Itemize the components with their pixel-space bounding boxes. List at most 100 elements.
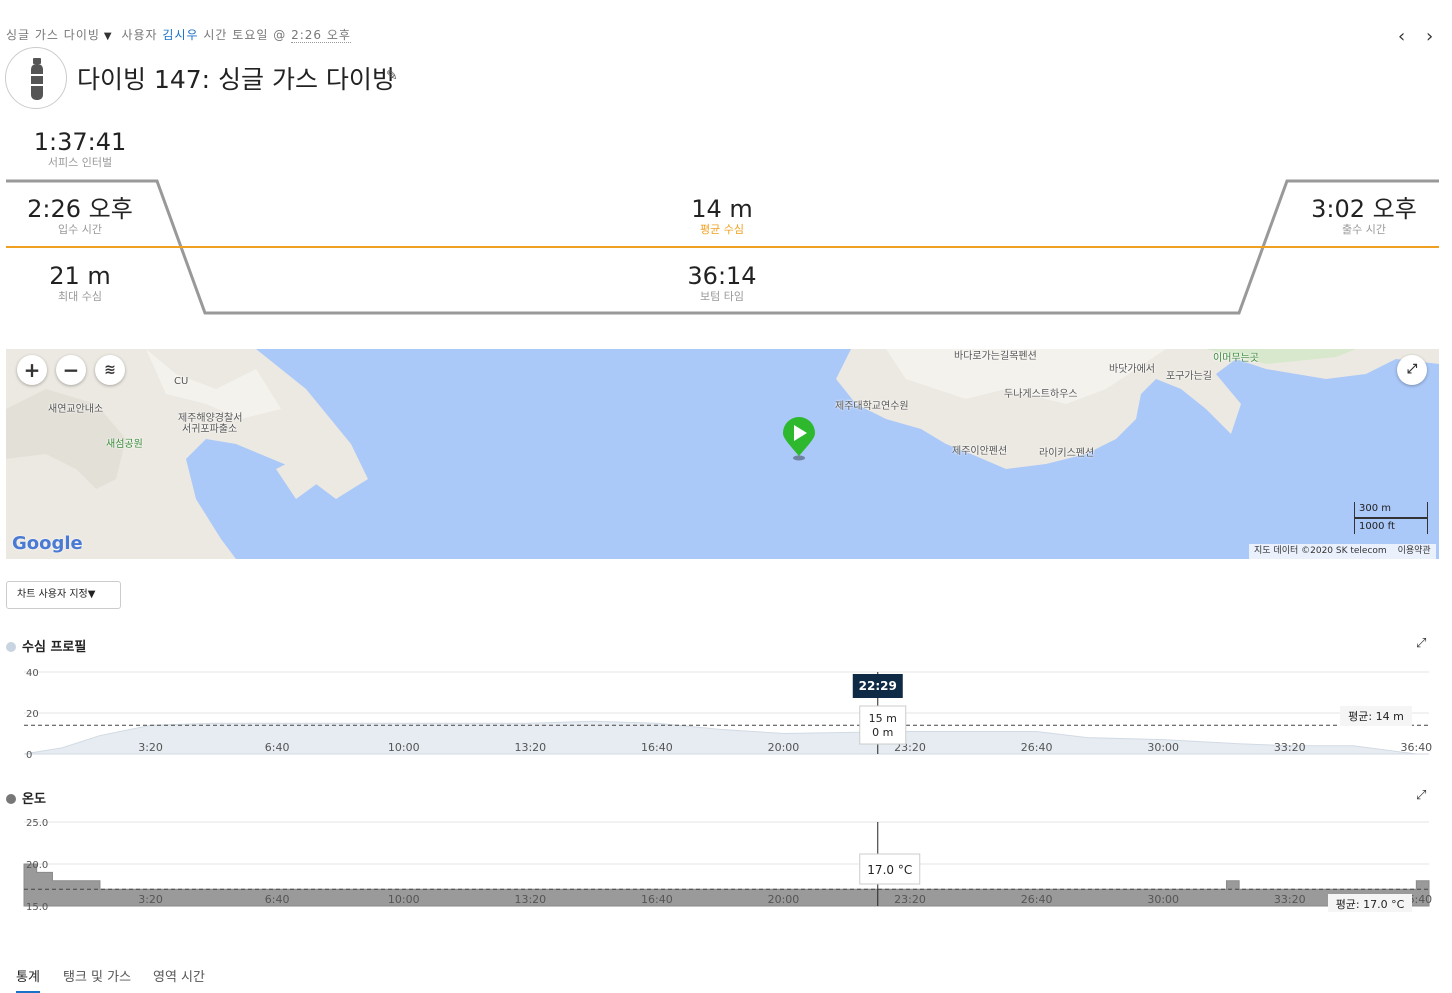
avg-depth-badge: 평균: 14 m [1348,710,1404,723]
map-label: 라이키스펜션 [1039,448,1095,459]
avg-temp-badge: 평균: 17.0 °C [1336,898,1405,911]
depth-chart[interactable]: 020403:20 6:40 10:00 13:20 16:40 20:00 23:20 26… [0,660,1452,760]
x-tick-label: 33:20 [1274,741,1306,754]
tab-tanks-gas[interactable]: 탱크 및 가스 [63,966,131,985]
temp-legend-dot [6,794,16,804]
zoom-in-button[interactable]: + [17,355,47,385]
tooltip-depth: 15 m [869,712,897,725]
tooltip-temp: 17.0 °C [867,863,912,877]
dive-type-dropdown[interactable]: 싱글 가스 다이빙 ▼ [6,28,117,42]
tab-stats[interactable]: 통계 [16,966,40,993]
exit-time-value: 3:02 오후 [1311,195,1417,223]
chevron-left-icon[interactable]: ‹ [1398,26,1405,47]
temperature-chart[interactable]: 25.0 20.0 15.0 3:20 6:40 10:00 13:20 16:40 20:00… [0,812,1452,914]
fullscreen-icon[interactable]: ⤢ [1397,355,1427,385]
x-tick-label: 20:00 [768,741,800,754]
depth-title-text: 수심 프로필 [22,640,87,655]
temp-title-text: 온도 [22,792,46,807]
map-label: 제주대학교연수원 [835,401,909,412]
x-tick-label: 6:40 [265,893,290,906]
expand-icon[interactable]: ⤢ [1416,788,1426,803]
map-label: 두나게스트하우스 [1004,389,1078,400]
exit-time-stat: 3:02 오후 출수 시간 [1294,195,1434,237]
caret-down-icon: ▼ [87,589,96,600]
stats-tabs: 통계 탱크 및 가스 영역 시간 [6,962,1446,993]
depth-legend-dot [6,642,16,652]
x-tick-label: 26:40 [1021,893,1053,906]
x-tick-label: 13:20 [514,741,546,754]
x-tick-label: 6:40 [265,741,290,754]
series-area [23,863,1430,907]
user-prefix: 사용자 [121,28,158,42]
customize-label: 차트 사용자 지정 [17,589,88,600]
series-area [23,720,1429,755]
x-tick-label: 20:00 [768,893,800,906]
x-tick-label: 10:00 [388,741,420,754]
y-tick-label: 20.0 [26,860,48,871]
at-sign: @ [273,28,287,42]
map-land [6,349,1439,559]
entry-time-label: 입수 시간 [58,223,102,236]
entry-time-value: 2:26 오후 [27,195,133,223]
bottom-time-stat: 36:14 보텀 타임 [652,262,792,304]
terms-link[interactable]: 이용약관 [1398,546,1431,556]
max-depth-value: 21 m [49,262,111,290]
time-prefix: 시간 [203,28,228,42]
map-attribution: 지도 데이터 ©2020 SK telecom 이용약관 [1249,544,1436,559]
user-link[interactable]: 김시우 [162,28,198,42]
pencil-icon[interactable]: ✎ [386,68,398,84]
x-tick-label: 23:20 [894,893,926,906]
x-tick-label: 16:40 [641,741,673,754]
x-tick-label: 3:20 [138,893,163,906]
exit-time-label: 출수 시간 [1342,223,1386,236]
x-tick-label: 36:40 [1400,741,1432,754]
surface-interval-value: 1:37:41 [33,128,127,156]
x-tick-label: 30:00 [1147,741,1179,754]
x-tick-label: 13:20 [514,893,546,906]
x-tick-label: 26:40 [1021,741,1053,754]
chevron-right-icon[interactable]: › [1426,26,1433,47]
avg-depth-stat: 14 m 평균 수심 [652,195,792,237]
y-tick-label: 15.0 [26,902,48,913]
temp-chart-title: 온도 [6,788,46,807]
dive-day: 토요일 [232,28,269,42]
tab-zone-time[interactable]: 영역 시간 [153,966,205,985]
bottom-time-label: 보텀 타임 [700,290,744,303]
dive-map[interactable]: + − ≋ ⤢ 새연교안내소 제주해양경찰서 서귀포파출소 새섬공원 CU 제주… [6,349,1439,559]
x-tick-label: 30:00 [1147,893,1179,906]
zoom-out-button[interactable]: − [56,355,86,385]
map-label: 바닷가에서 [1109,364,1155,375]
avg-depth-label: 평균 수심 [700,223,744,236]
map-label: 새섬공원 [106,439,143,450]
attribution-text: 지도 데이터 ©2020 SK telecom [1254,546,1387,556]
dive-start-marker-icon[interactable] [782,416,816,462]
map-label: 새연교안내소 [48,404,104,415]
entry-time-stat: 2:26 오후 입수 시간 [10,195,150,237]
tooltip-second: 0 m [872,726,893,739]
x-tick-label: 10:00 [388,893,420,906]
max-depth-label: 최대 수심 [58,290,102,303]
caret-down-icon: ▼ [103,31,113,42]
y-tick-label: 0 [26,750,32,760]
expand-icon[interactable]: ⤢ [1416,636,1426,651]
page-title: 다이빙 147: 싱글 가스 다이빙 [77,65,395,94]
map-label: 바다로가는길목펜션 [954,351,1037,362]
map-scale: 300 m 1000 ft [1354,502,1428,535]
y-tick-label: 25.0 [26,818,48,829]
scuba-tank-icon [31,58,43,100]
chart-customize-dropdown[interactable]: 차트 사용자 지정▼ [6,581,121,609]
surface-interval-label: 서피스 인터벌 [47,156,113,169]
google-logo: Google [12,533,83,554]
x-tick-label: 16:40 [641,893,673,906]
x-tick-label: 3:20 [138,741,163,754]
dive-profile-diagram [6,179,1439,315]
map-label: 이머무는곳 [1213,353,1259,364]
dive-time[interactable]: 2:26 오후 [291,28,351,43]
avg-depth-value: 14 m [691,195,753,223]
map-label: CU [174,376,189,387]
cursor-time-label: 22:29 [859,679,897,693]
scale-feet: 1000 ft [1354,518,1428,534]
layers-icon[interactable]: ≋ [95,355,125,385]
y-tick-label: 40 [26,668,39,679]
map-label: 포구가는길 [1166,371,1212,382]
